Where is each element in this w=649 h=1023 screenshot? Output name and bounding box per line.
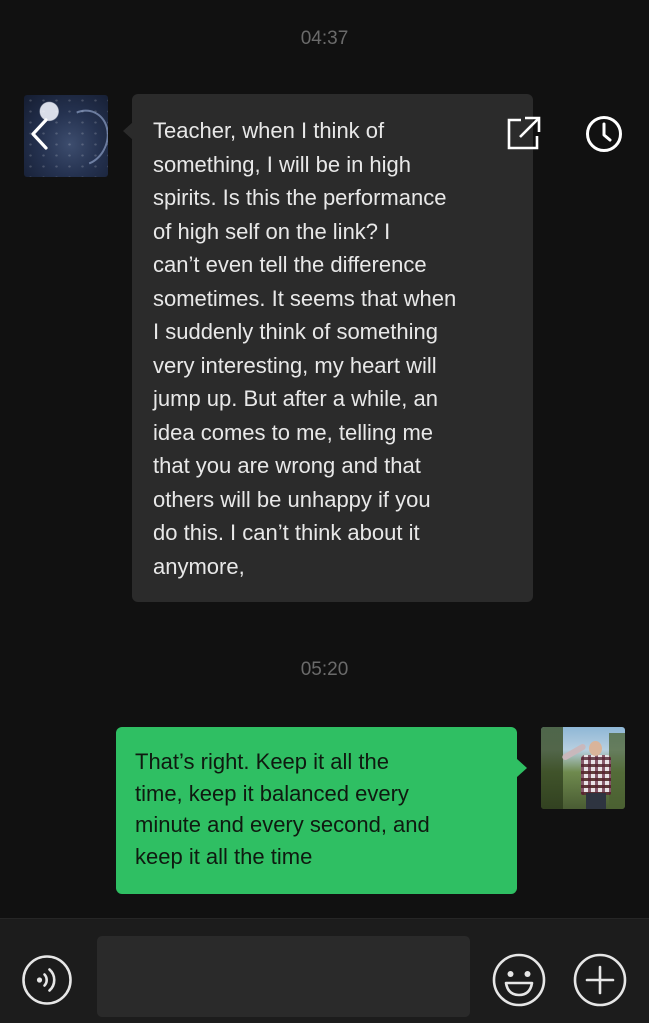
- message-timestamp: 05:20: [300, 659, 349, 680]
- message-input-bar: [0, 918, 649, 1023]
- external-link-icon[interactable]: [503, 114, 543, 154]
- message-timestamp: 04:37: [300, 28, 349, 49]
- chat-area[interactable]: 04:37 Teacher, when I think of something…: [0, 0, 649, 918]
- message-input[interactable]: [97, 936, 470, 1017]
- chevron-left-icon[interactable]: [26, 114, 52, 154]
- clock-icon[interactable]: [584, 114, 624, 154]
- plus-circle-icon[interactable]: [572, 952, 628, 1008]
- incoming-message-bubble[interactable]: Teacher, when I think of something, I wi…: [123, 94, 533, 602]
- smiley-face-icon[interactable]: [491, 952, 547, 1008]
- outgoing-message-text: That’s right. Keep it all the time, keep…: [135, 749, 430, 869]
- my-avatar[interactable]: [541, 727, 625, 809]
- voice-wave-icon[interactable]: [21, 954, 73, 1006]
- outgoing-message-bubble[interactable]: That’s right. Keep it all the time, keep…: [116, 727, 527, 894]
- incoming-message-text: Teacher, when I think of something, I wi…: [153, 118, 457, 579]
